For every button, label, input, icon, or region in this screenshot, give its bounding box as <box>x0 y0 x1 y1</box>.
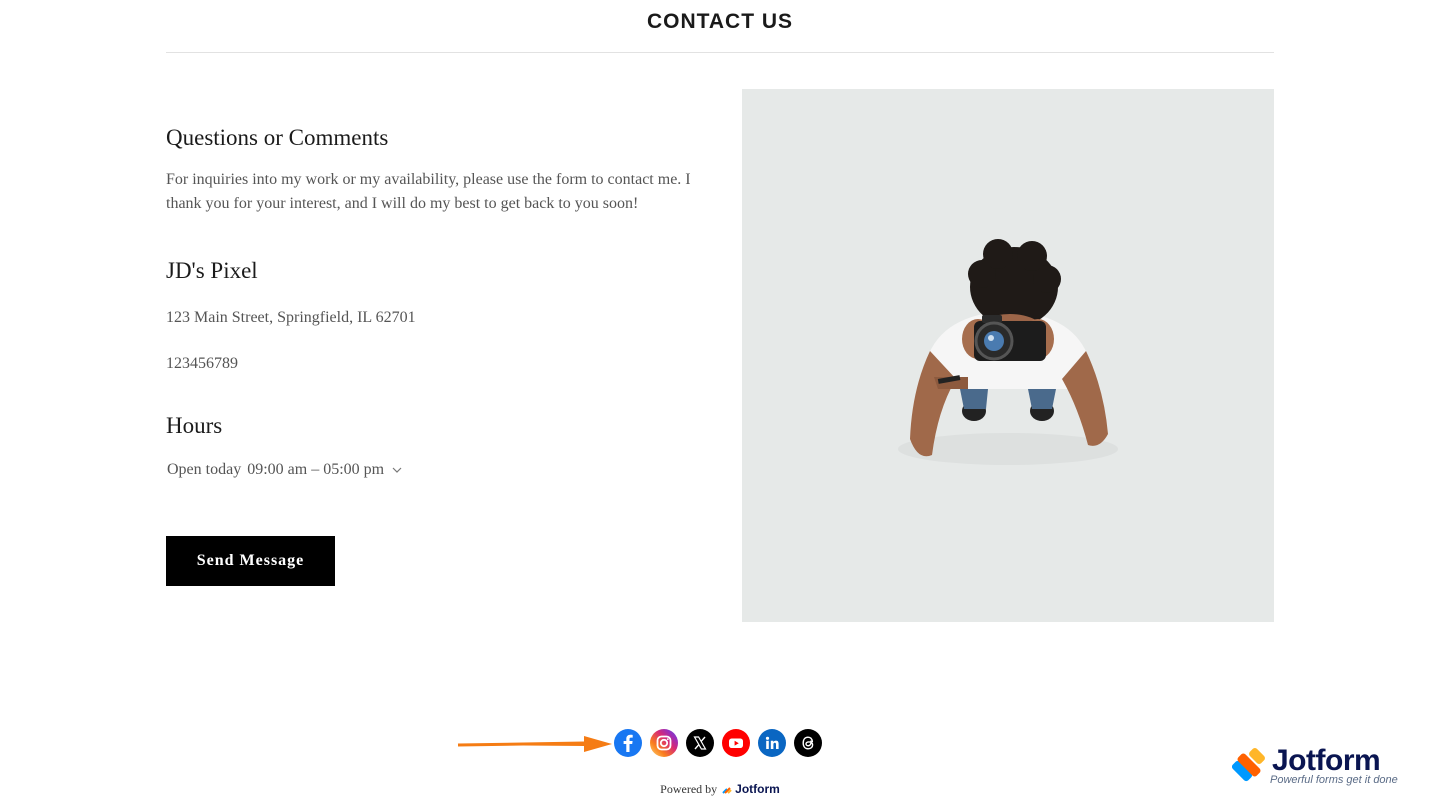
business-name: JD's Pixel <box>166 258 258 283</box>
powered-label: Powered by <box>660 782 718 796</box>
hours-heading: Hours <box>166 413 223 438</box>
contact-info: Questions or Comments For inquiries into… <box>166 122 706 478</box>
photographer-with-camera-icon <box>898 239 1118 465</box>
arrow-pointer-icon <box>457 736 612 752</box>
business-phone: 123456789 <box>166 355 238 372</box>
jotform-badge-icon <box>1232 748 1265 782</box>
social-links <box>614 729 822 757</box>
hours-status: Open today <box>167 461 242 478</box>
business-address: 123 Main Street, Springfield, IL 62701 <box>166 309 416 326</box>
facebook-icon[interactable] <box>614 729 642 757</box>
youtube-icon[interactable] <box>722 729 750 757</box>
send-message-button[interactable]: Send Message <box>166 536 335 586</box>
jotform-badge[interactable]: Jotform Powerful forms get it done <box>1232 744 1412 790</box>
photographer-image <box>742 89 1274 622</box>
linkedin-icon[interactable] <box>758 729 786 757</box>
jotform-badge-tagline: Powerful forms get it done <box>1270 774 1398 786</box>
hours-time: 09:00 am – 05:00 pm <box>247 461 385 478</box>
intro-text: For inquiries into my work or my availab… <box>166 171 691 212</box>
questions-heading: Questions or Comments <box>166 125 389 150</box>
page-header: CONTACT US <box>166 0 1274 53</box>
jotform-badge-brand: Jotform <box>1272 744 1381 777</box>
powered-brand: Jotform <box>735 782 780 796</box>
jotform-logo-icon <box>722 787 732 794</box>
instagram-icon[interactable] <box>650 729 678 757</box>
chevron-down-icon <box>392 467 402 473</box>
hours-dropdown[interactable]: Open today 09:00 am – 05:00 pm <box>167 461 402 479</box>
page-title: CONTACT US <box>646 10 794 33</box>
threads-icon[interactable] <box>794 729 822 757</box>
powered-by[interactable]: Powered by Jotform <box>0 782 1440 797</box>
x-icon[interactable] <box>686 729 714 757</box>
